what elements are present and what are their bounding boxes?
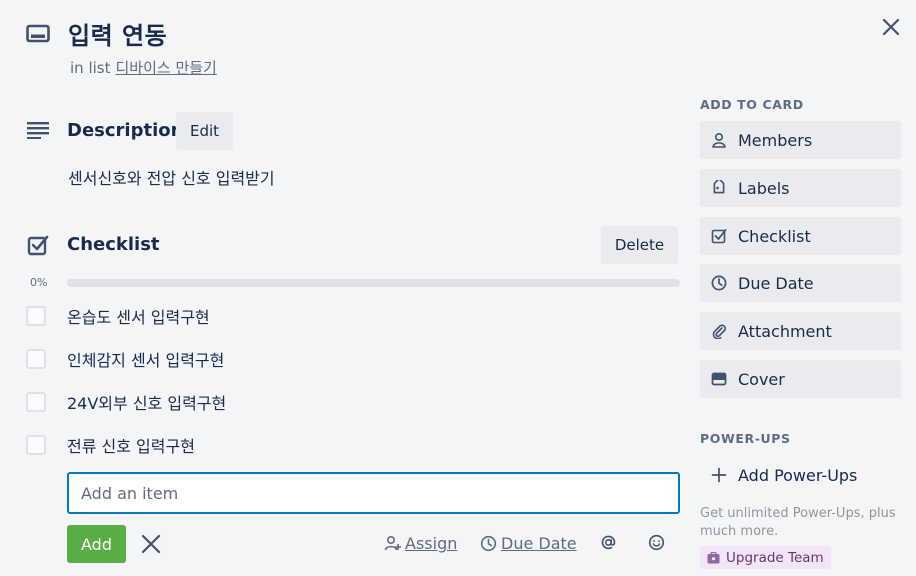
powerups-note: Get unlimited Power-Ups, plus much more. <box>700 506 896 539</box>
checklist-title[interactable]: Checklist <box>67 234 160 255</box>
assign-button[interactable]: Assign <box>384 534 457 553</box>
cover-button[interactable]: Cover <box>700 360 901 398</box>
add-member-icon <box>384 535 401 551</box>
card-title[interactable]: 입력 연동 <box>68 16 167 51</box>
item-due-date-button[interactable]: Due Date <box>480 534 577 553</box>
upgrade-team-label: Upgrade Team <box>726 549 824 566</box>
checkbox-icon <box>711 229 727 244</box>
progress-bar <box>67 279 680 287</box>
list-link[interactable]: 디바이스 만들기 <box>115 59 216 77</box>
attachment-label: Attachment <box>738 321 832 341</box>
add-powerups-label: Add Power-Ups <box>738 465 858 485</box>
add-to-card-heading: ADD TO CARD <box>700 97 804 112</box>
in-list-text: in list 디바이스 만들기 <box>70 57 217 78</box>
item-checkbox[interactable] <box>26 435 46 455</box>
checklist-item: 전류 신호 입력구현 <box>26 431 666 459</box>
upgrade-team-button[interactable]: Upgrade Team <box>700 546 831 569</box>
person-icon <box>712 132 726 148</box>
progress-percent: 0% <box>30 276 48 289</box>
due-date-button[interactable]: Due Date <box>700 264 901 302</box>
add-item-button[interactable]: Add <box>67 525 126 563</box>
item-text[interactable]: 인체감지 센서 입력구현 <box>67 347 224 371</box>
mention-button[interactable] <box>600 534 617 551</box>
members-button[interactable]: Members <box>700 121 901 159</box>
description-icon <box>27 121 49 139</box>
at-icon <box>601 535 616 550</box>
clock-icon <box>711 275 727 291</box>
attachment-button[interactable]: Attachment <box>700 312 901 350</box>
item-due-date-label: Due Date <box>501 534 577 553</box>
checklist-item: 24V외부 신호 입력구현 <box>26 388 666 416</box>
close-button[interactable] <box>878 14 904 40</box>
close-icon <box>141 534 161 554</box>
item-text[interactable]: 전류 신호 입력구현 <box>67 433 195 457</box>
powerups-heading: POWER-UPS <box>700 431 791 446</box>
emoji-button[interactable] <box>648 534 665 551</box>
labels-label: Labels <box>738 178 790 198</box>
edit-description-button[interactable]: Edit <box>176 112 233 150</box>
add-powerups-button[interactable]: Add Power-Ups <box>700 456 901 494</box>
team-icon <box>707 551 720 563</box>
due-date-label: Due Date <box>738 273 814 293</box>
checklist-item: 인체감지 센서 입력구현 <box>26 345 666 373</box>
delete-checklist-button[interactable]: Delete <box>601 226 678 264</box>
item-text[interactable]: 24V외부 신호 입력구현 <box>67 390 226 414</box>
paperclip-icon <box>712 324 726 339</box>
labels-button[interactable]: Labels <box>700 169 901 207</box>
item-checkbox[interactable] <box>26 306 46 326</box>
item-checkbox[interactable] <box>26 392 46 412</box>
cancel-add-button[interactable] <box>140 533 162 555</box>
checklist-icon <box>27 234 49 256</box>
assign-label: Assign <box>405 534 458 553</box>
checklist-label: Checklist <box>738 226 811 246</box>
item-text[interactable]: 온습도 센서 입력구현 <box>67 304 210 328</box>
members-label: Members <box>738 130 813 150</box>
item-checkbox[interactable] <box>26 349 46 369</box>
emoji-icon <box>648 534 665 551</box>
description-title: Description <box>67 120 184 141</box>
description-text[interactable]: 센서신호와 전압 신호 입력받기 <box>68 165 275 189</box>
clock-icon <box>480 535 497 552</box>
add-item-input[interactable] <box>67 472 680 514</box>
close-icon <box>882 18 900 36</box>
plus-icon <box>711 467 727 483</box>
tag-icon <box>713 180 725 194</box>
in-list-prefix: in list <box>70 59 111 77</box>
cover-label: Cover <box>738 369 785 389</box>
checklist-button[interactable]: Checklist <box>700 217 901 255</box>
card-icon <box>26 24 50 44</box>
checklist-item: 온습도 센서 입력구현 <box>26 302 666 330</box>
cover-icon <box>711 372 727 386</box>
